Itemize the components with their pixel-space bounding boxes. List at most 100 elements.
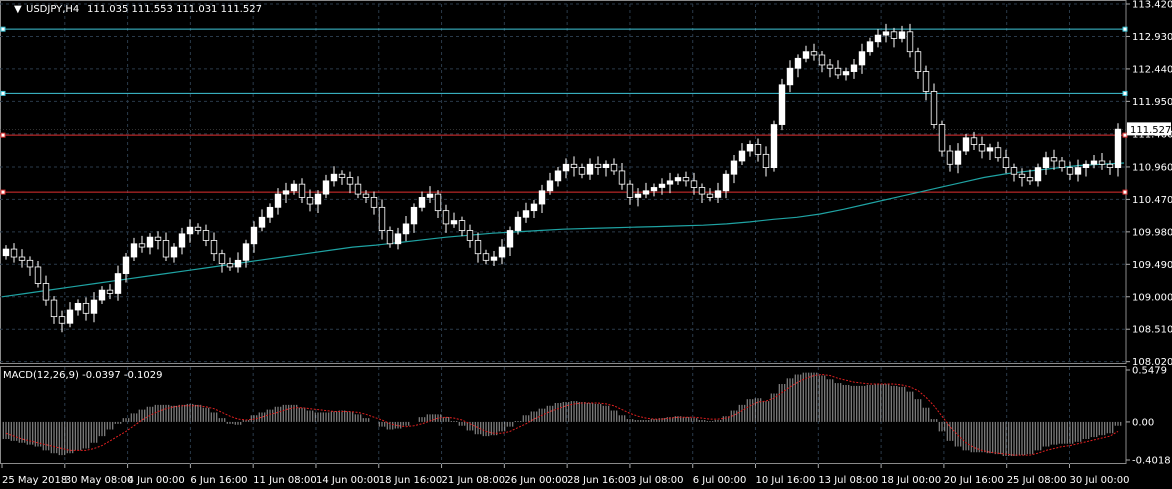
candle-body [946, 150, 954, 165]
candle-body [42, 283, 50, 301]
candle-body [314, 193, 322, 205]
candle-body [1074, 167, 1082, 175]
level-handle [0, 189, 6, 195]
candle-body [762, 153, 770, 169]
candle-body [514, 216, 522, 231]
candle-body [394, 233, 402, 245]
candle-body [874, 34, 882, 43]
candle-body [914, 51, 922, 72]
grid [0, 0, 1127, 464]
candle-body [170, 246, 178, 258]
candle-body [530, 203, 538, 212]
candle-body [58, 316, 66, 324]
candle-body [218, 253, 226, 265]
time-tick-label: 4 Jun 00:00 [128, 475, 185, 486]
candle-body [74, 302, 82, 311]
candle-body [330, 173, 338, 182]
candle-body [322, 180, 330, 195]
candle-body [1106, 163, 1114, 169]
candle-body [954, 150, 962, 165]
candle-body [538, 190, 546, 205]
candle-body [362, 193, 370, 198]
candle-body [1050, 157, 1058, 162]
candle-body [50, 299, 58, 318]
candle-body [146, 236, 154, 248]
candle-body [706, 193, 714, 198]
candle-body [186, 226, 194, 235]
time-tick-label: 10 Jul 16:00 [756, 475, 816, 486]
header-arrow: ▼ [14, 4, 22, 15]
candle-body [634, 193, 642, 198]
level-handle [1122, 189, 1128, 195]
candle-body [626, 183, 634, 198]
moving-average [1, 162, 1125, 298]
price-tick-label: 112.440 [1132, 64, 1172, 75]
candle-body [162, 240, 170, 258]
candle-body [122, 256, 130, 274]
candle-body [202, 230, 210, 241]
candle-body [1018, 173, 1026, 178]
macd-tick-label: 0.00 [1132, 417, 1154, 428]
candle-body [2, 248, 10, 257]
candle-body [266, 206, 274, 218]
candle-body [338, 173, 346, 178]
candle-body [82, 302, 90, 314]
level-handle [0, 132, 6, 138]
macd-panel [2, 372, 1122, 457]
candle-body [826, 64, 834, 69]
candle-body [490, 256, 498, 261]
candle-body [602, 163, 610, 169]
candle-body [154, 236, 162, 241]
time-axis: 25 May 201830 May 08:004 Jun 00:00 6 Jun … [1, 464, 1129, 486]
candle-body [402, 223, 410, 235]
candle-body [850, 64, 858, 72]
candle-body [890, 31, 898, 39]
candle-body [226, 263, 234, 268]
candle-body [730, 160, 738, 175]
candle-body [426, 193, 434, 198]
candle-body [298, 183, 306, 198]
candle-body [450, 220, 458, 225]
candle-body [1098, 160, 1106, 165]
candle-body [106, 289, 114, 294]
time-tick-label: 18 Jun 16:00 [379, 475, 443, 486]
candle-body [714, 190, 722, 198]
candle-body [586, 163, 594, 175]
candle-body [962, 137, 970, 152]
candle-body [1042, 157, 1050, 169]
price-frame [0, 0, 1127, 364]
candle-body [570, 163, 578, 169]
candle-body [26, 259, 34, 268]
candle-body [418, 197, 426, 208]
macd-tick-label: -0.4018 [1132, 456, 1171, 467]
candle-body [138, 243, 146, 248]
time-tick-label: 13 Jul 08:00 [818, 475, 878, 486]
candle-body [66, 309, 74, 324]
candles [2, 23, 1122, 333]
candle-body [282, 190, 290, 195]
time-tick-label: 11 Jun 08:00 [253, 475, 317, 486]
candle-body [842, 71, 850, 76]
time-tick-label: 20 Jul 16:00 [944, 475, 1004, 486]
time-tick-label: 30 Jul 00:00 [1069, 475, 1129, 486]
candle-body [466, 230, 474, 241]
candle-body [378, 206, 386, 231]
candle-body [306, 197, 314, 205]
candle-body [546, 180, 554, 192]
candle-body [1010, 167, 1018, 175]
time-tick-label: 3 Jul 08:00 [630, 475, 684, 486]
candle-body [970, 137, 978, 145]
price-tick-label: 108.510 [1132, 325, 1172, 336]
candle-body [522, 210, 530, 218]
level-handle [1122, 26, 1128, 32]
macd-tick-label: 0.5479 [1132, 366, 1167, 377]
time-tick-label: 21 Jun 08:00 [442, 475, 506, 486]
candle-body [1114, 128, 1122, 169]
candle-body [210, 240, 218, 255]
candle-body [10, 248, 18, 258]
candle-body [1034, 167, 1042, 182]
time-tick-label: 6 Jun 16:00 [190, 475, 247, 486]
candle-body [498, 246, 506, 258]
header: ▼ USDJPY,H4 111.035 111.553 111.031 111.… [14, 4, 262, 15]
candle-body [786, 67, 794, 86]
